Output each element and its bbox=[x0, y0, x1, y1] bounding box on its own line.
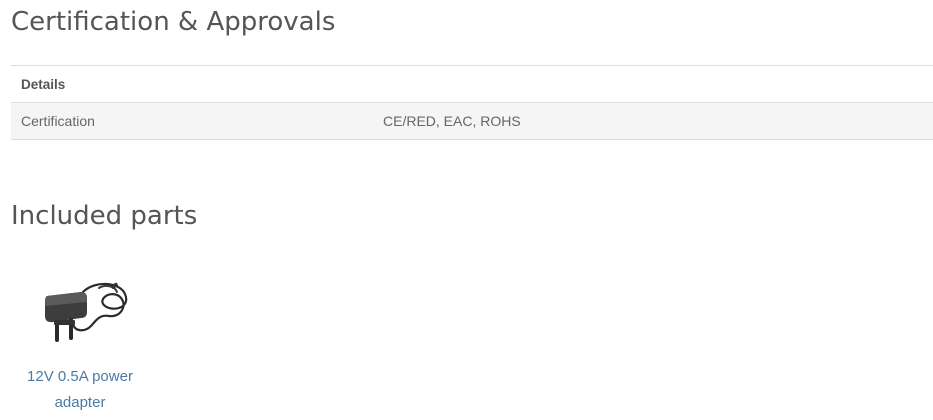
certification-section-title: Certification & Approvals bbox=[11, 7, 336, 37]
included-parts-section-title: Included parts bbox=[11, 201, 198, 231]
power-adapter-image[interactable] bbox=[25, 272, 135, 352]
table-row: Certification CE/RED, EAC, ROHS bbox=[11, 102, 933, 140]
power-adapter-link[interactable]: 12V 0.5A power adapter bbox=[15, 364, 145, 416]
certification-details-table: Details Certification CE/RED, EAC, ROHS bbox=[11, 65, 933, 140]
table-header-details: Details bbox=[11, 65, 933, 103]
certification-label: Certification bbox=[11, 102, 373, 140]
included-part-item[interactable]: 12V 0.5A power adapter bbox=[15, 272, 145, 416]
certification-value: CE/RED, EAC, ROHS bbox=[373, 102, 933, 140]
table-header-row: Details bbox=[11, 65, 933, 103]
